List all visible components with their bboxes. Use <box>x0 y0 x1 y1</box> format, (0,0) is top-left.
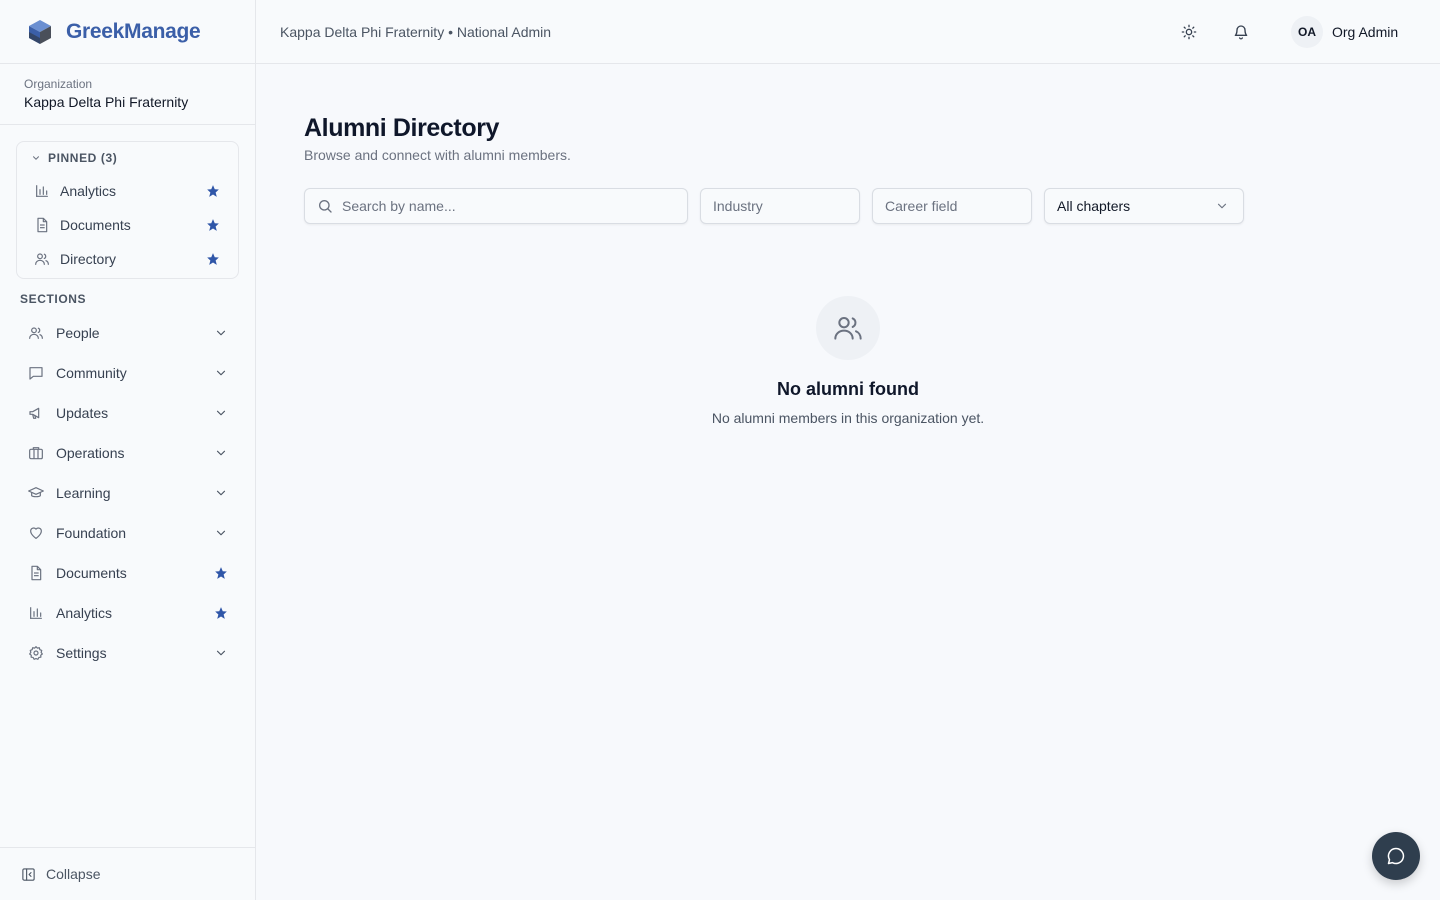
search-icon <box>317 198 333 214</box>
nav-item-label: Community <box>56 365 127 381</box>
organization-name: Kappa Delta Phi Fraternity <box>24 94 189 110</box>
pinned-label: PINNED (3) <box>48 151 118 165</box>
theme-toggle-button[interactable] <box>1173 16 1205 48</box>
pinned-section: PINNED (3) Analytics Documents Directory <box>16 141 239 279</box>
users-icon <box>28 325 44 341</box>
nav-item-learning[interactable]: Learning <box>12 473 244 513</box>
chapter-select[interactable]: All chapters <box>1044 188 1244 224</box>
page-subtitle: Browse and connect with alumni members. <box>304 147 571 163</box>
sidebar: GreekManage Organization Kappa Delta Phi… <box>0 0 256 900</box>
chevron-down-icon <box>1215 199 1229 213</box>
nav-item-updates[interactable]: Updates <box>12 393 244 433</box>
star-icon[interactable] <box>206 218 220 232</box>
pinned-item-label: Documents <box>60 217 131 233</box>
sun-icon <box>1181 24 1197 40</box>
empty-state-illustration <box>816 296 880 360</box>
pinned-item-label: Analytics <box>60 183 117 199</box>
document-icon <box>34 217 50 233</box>
message-icon <box>28 365 44 381</box>
chat-button[interactable] <box>1372 832 1420 880</box>
empty-state-title: No alumni found <box>777 379 919 399</box>
sections-label: SECTIONS <box>20 292 87 306</box>
users-icon <box>832 312 864 344</box>
notifications-button[interactable] <box>1225 16 1257 48</box>
chapter-select-value: All chapters <box>1057 198 1131 214</box>
nav-item-foundation[interactable]: Foundation <box>12 513 244 553</box>
star-icon[interactable] <box>214 606 228 620</box>
search-field[interactable] <box>304 188 688 224</box>
pinned-item-label: Directory <box>60 251 117 267</box>
nav-item-label: Updates <box>56 405 109 421</box>
chevron-down-icon <box>214 646 228 660</box>
chat-bubble-icon <box>1386 846 1406 866</box>
chevron-down-icon <box>214 406 228 420</box>
nav-item-operations[interactable]: Operations <box>12 433 244 473</box>
star-icon[interactable] <box>206 252 220 266</box>
nav-item-analytics[interactable]: Analytics <box>12 593 244 633</box>
top-bar: Kappa Delta Phi Fraternity • National Ad… <box>256 0 1440 64</box>
chevron-down-icon <box>214 486 228 500</box>
nav-item-label: Analytics <box>56 605 113 621</box>
megaphone-icon <box>28 405 44 421</box>
nav-item-documents[interactable]: Documents <box>12 553 244 593</box>
page-title: Alumni Directory <box>304 114 500 142</box>
collapse-sidebar-button[interactable]: Collapse <box>0 847 255 900</box>
organization-label: Organization <box>24 77 93 91</box>
nav-item-people[interactable]: People <box>12 313 244 353</box>
chevron-down-icon <box>214 526 228 540</box>
heart-icon <box>28 525 44 541</box>
graduation-cap-icon <box>28 485 44 501</box>
career-field-input[interactable] <box>885 198 1019 214</box>
nav-item-community[interactable]: Community <box>12 353 244 393</box>
industry-input[interactable] <box>713 198 847 214</box>
nav-item-label: People <box>56 325 100 341</box>
empty-state-text: No alumni members in this organization y… <box>711 410 985 426</box>
nav-item-settings[interactable]: Settings <box>12 633 244 673</box>
user-menu[interactable]: OA Org Admin <box>1291 16 1398 48</box>
nav-item-label: Documents <box>56 565 127 581</box>
collapse-label: Collapse <box>46 866 101 882</box>
avatar: OA <box>1291 16 1323 48</box>
panel-collapse-icon <box>21 867 36 882</box>
pinned-item-analytics[interactable]: Analytics <box>17 174 238 208</box>
brand[interactable]: GreekManage <box>0 0 255 64</box>
sections-nav: People Community Updates Operations Lear… <box>12 313 244 673</box>
nav-item-label: Settings <box>56 645 107 661</box>
star-icon[interactable] <box>214 566 228 580</box>
logo-cube-icon <box>28 19 52 45</box>
chevron-down-icon <box>214 366 228 380</box>
nav-item-label: Foundation <box>56 525 127 541</box>
nav-item-label: Learning <box>56 485 111 501</box>
pinned-item-documents[interactable]: Documents <box>17 208 238 242</box>
industry-filter[interactable] <box>700 188 860 224</box>
bar-chart-icon <box>34 183 50 199</box>
gear-icon <box>28 645 44 661</box>
bell-icon <box>1233 24 1249 40</box>
briefcase-icon <box>28 445 44 461</box>
chevron-down-icon <box>31 153 41 163</box>
organization-switcher[interactable]: Organization Kappa Delta Phi Fraternity <box>0 64 255 125</box>
career-field-filter[interactable] <box>872 188 1032 224</box>
pinned-toggle[interactable]: PINNED (3) <box>17 142 238 174</box>
document-icon <box>28 565 44 581</box>
star-icon[interactable] <box>206 184 220 198</box>
chevron-down-icon <box>214 326 228 340</box>
nav-item-label: Operations <box>56 445 125 461</box>
chevron-down-icon <box>214 446 228 460</box>
org-role-title: Kappa Delta Phi Fraternity • National Ad… <box>280 23 552 40</box>
bar-chart-icon <box>28 605 44 621</box>
user-name: Org Admin <box>1332 24 1399 40</box>
search-input[interactable] <box>342 198 675 214</box>
brand-name: GreekManage <box>66 19 201 43</box>
users-icon <box>34 251 50 267</box>
pinned-item-directory[interactable]: Directory <box>17 242 238 276</box>
